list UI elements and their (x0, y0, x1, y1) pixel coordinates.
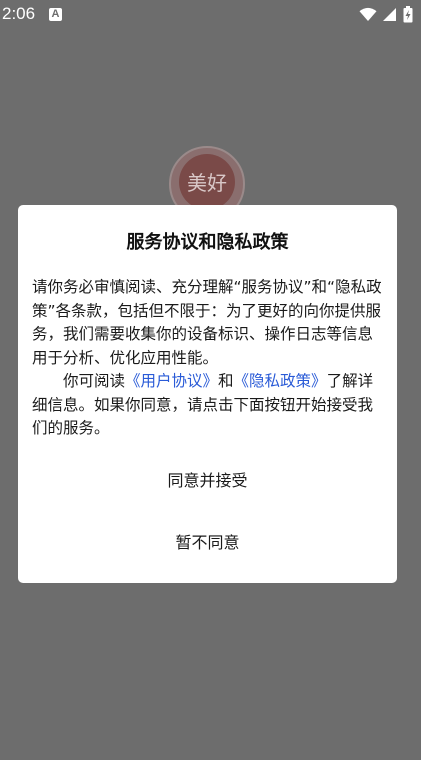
decline-button[interactable]: 暂不同意 (18, 533, 397, 553)
app-logo-text: 美好 (187, 171, 227, 195)
paragraph-2-prefix: 你可阅读 (63, 372, 126, 390)
status-icons (359, 6, 413, 23)
privacy-dialog: 服务协议和隐私政策 请你务必审慎阅读、充分理解“服务协议”和“隐私政策”各条款，… (18, 205, 397, 583)
dialog-paragraph-1: 请你务必审慎阅读、充分理解“服务协议”和“隐私政策”各条款，包括但不限于：为了更… (32, 278, 382, 367)
dialog-paragraph-2: 你可阅读《用户协议》和《隐私政策》了解详细信息。如果你同意，请点击下面按钮开始接… (32, 370, 384, 441)
status-time: 2:06 (2, 4, 36, 23)
user-agreement-link[interactable]: 《用户协议》 (125, 372, 218, 390)
privacy-policy-link[interactable]: 《隐私政策》 (234, 372, 327, 390)
dialog-title: 服务协议和隐私政策 (126, 232, 289, 253)
battery-icon (403, 6, 413, 23)
signal-icon (383, 7, 397, 22)
accept-button[interactable]: 同意并接受 (18, 471, 397, 491)
wifi-icon (359, 7, 377, 22)
notification-icon: A (49, 8, 62, 21)
status-bar: 2:06 A (0, 0, 421, 30)
and-text: 和 (218, 372, 234, 390)
dialog-body: 请你务必审慎阅读、充分理解“服务协议”和“隐私政策”各条款，包括但不限于：为了更… (32, 276, 384, 441)
